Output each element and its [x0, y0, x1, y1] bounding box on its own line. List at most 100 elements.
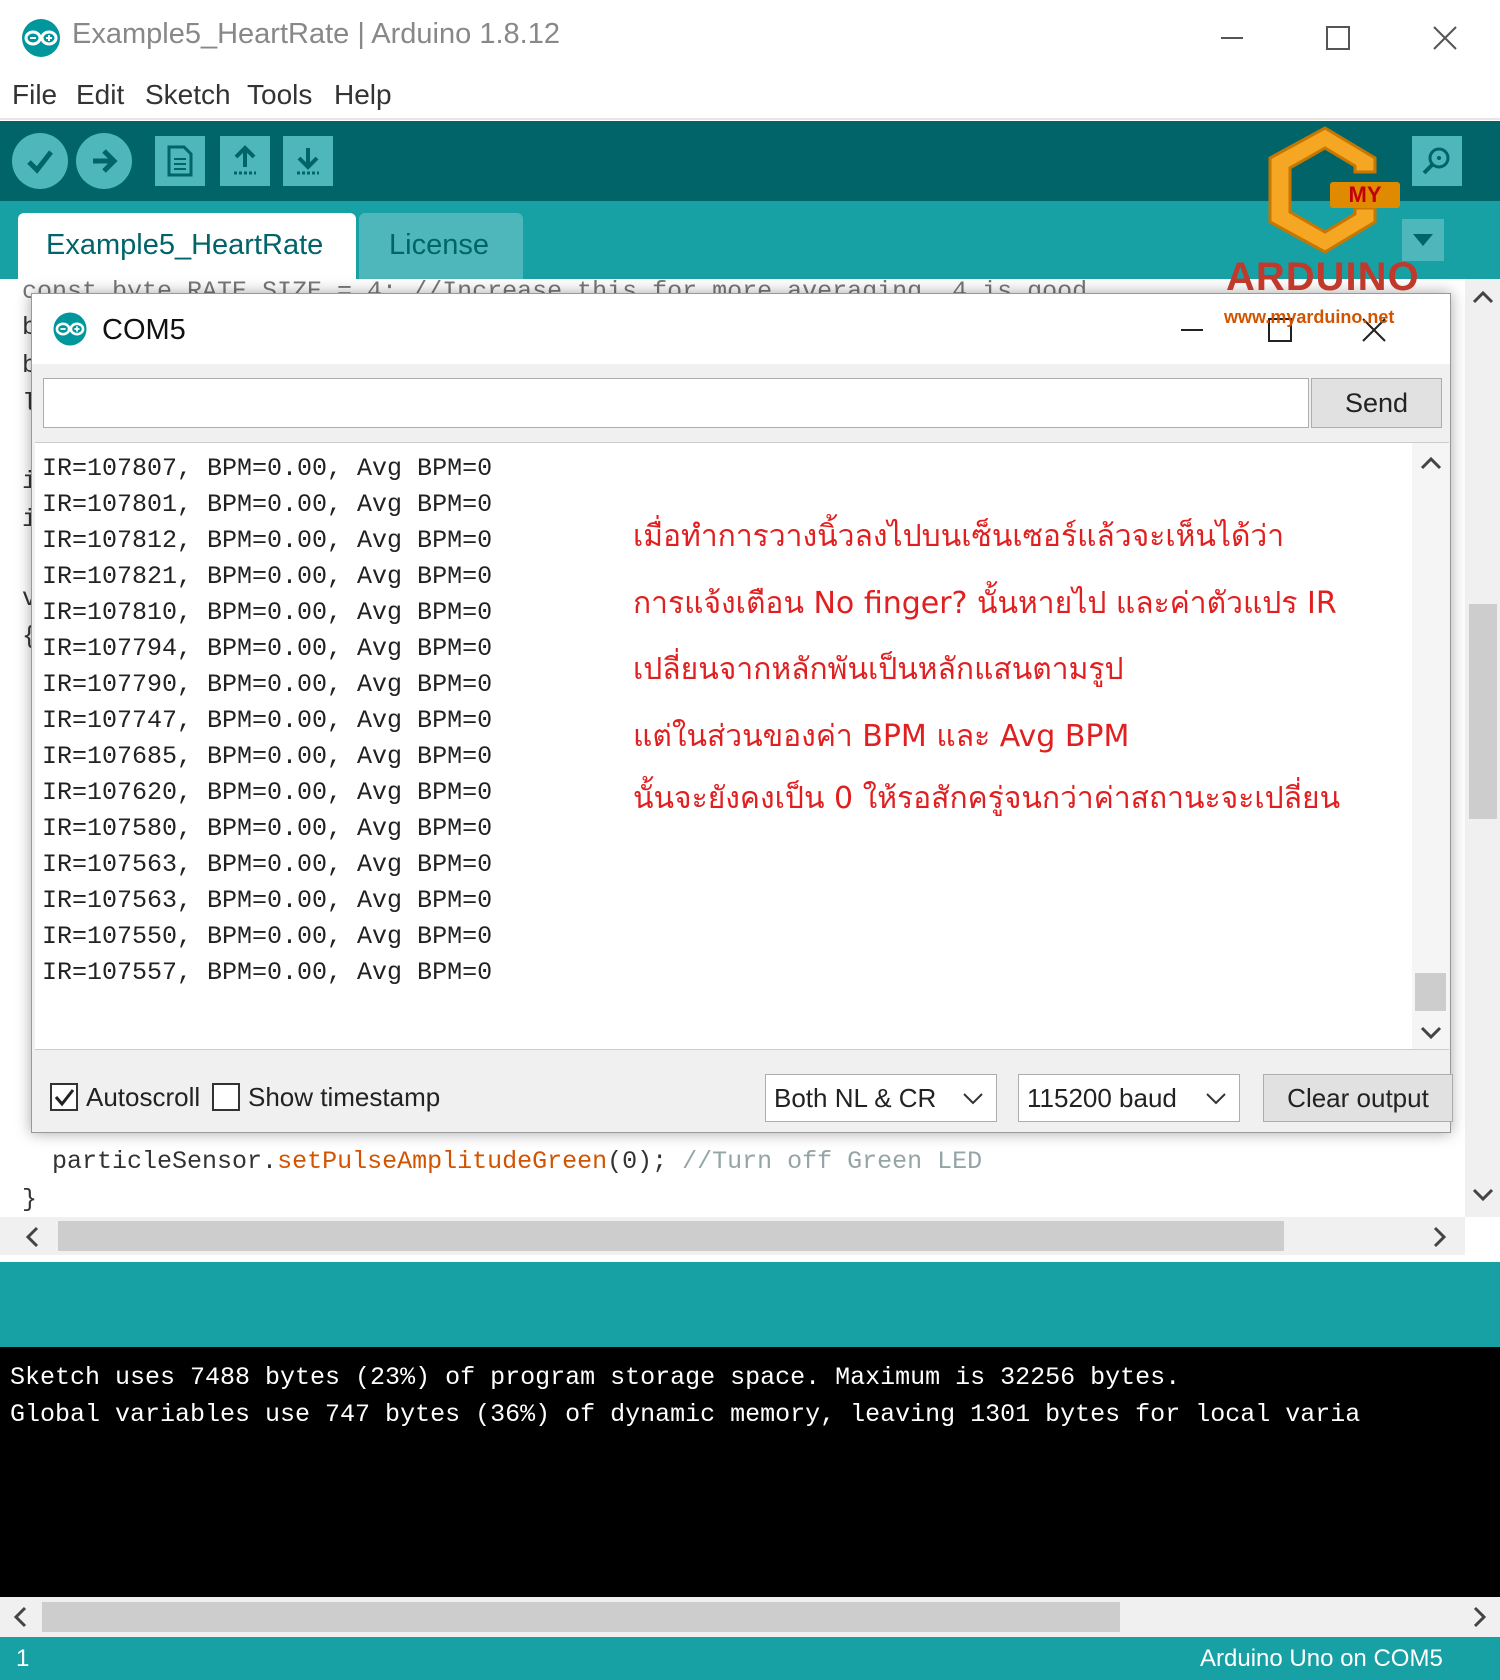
menu-tools[interactable]: Tools — [247, 79, 312, 111]
code-closing-brace: } — [22, 1185, 38, 1214]
chevron-down-icon — [1206, 1093, 1226, 1105]
save-button[interactable] — [283, 136, 333, 186]
serial-output-line: IR=107557, BPM=0.00, Avg BPM=0 — [42, 958, 493, 987]
annotation-line: เมื่อทำการวางนิ้วลงไปบนเซ็นเซอร์แล้วจะเห… — [633, 519, 1285, 554]
line-number: 1 — [16, 1645, 30, 1672]
close-button[interactable] — [1410, 10, 1480, 65]
annotation-line: แต่ในส่วนของค่า BPM และ Avg BPM — [633, 719, 1130, 754]
save-icon — [297, 148, 319, 175]
serial-monitor-window: COM5 Send IR=107807, BPM=0.00, Avg BPM=0… — [31, 293, 1453, 1133]
annotation-line: การแจ้งเตือน No finger? นั้นหายไป และค่า… — [633, 586, 1337, 621]
scroll-left-icon — [25, 1226, 39, 1248]
baud-rate-select[interactable]: 115200 baud — [1018, 1074, 1240, 1122]
myarduino-watermark-logo: MY ARDUINO www.myarduino.net — [1224, 120, 1430, 340]
new-button[interactable] — [155, 136, 205, 186]
serial-send-input[interactable] — [43, 378, 1309, 428]
watermark-my: MY — [1330, 182, 1400, 208]
tab-example5-heartrate[interactable]: Example5_HeartRate — [18, 213, 356, 279]
serial-output-line: IR=107821, BPM=0.00, Avg BPM=0 — [42, 562, 493, 591]
upload-icon — [93, 149, 118, 173]
serial-output-line: IR=107812, BPM=0.00, Avg BPM=0 — [42, 526, 493, 555]
code-args: (0); — [607, 1147, 683, 1176]
code-dot: . — [262, 1147, 278, 1176]
arduino-logo-icon — [22, 19, 60, 57]
console-line: Global variables use 747 bytes (36%) of … — [10, 1400, 1361, 1429]
window-title: Example5_HeartRate | Arduino 1.8.12 — [72, 18, 560, 50]
maximize-button[interactable] — [1303, 10, 1373, 65]
show-timestamp-label: Show timestamp — [248, 1082, 441, 1112]
menu-help[interactable]: Help — [334, 79, 392, 111]
verify-icon — [27, 150, 53, 174]
serial-vscroll-thumb[interactable] — [1415, 973, 1446, 1011]
open-button[interactable] — [220, 136, 270, 186]
menu-sketch[interactable]: Sketch — [145, 79, 231, 111]
serial-output-line: IR=107807, BPM=0.00, Avg BPM=0 — [42, 454, 493, 483]
serial-output-line: IR=107685, BPM=0.00, Avg BPM=0 — [42, 742, 493, 771]
serial-vertical-scrollbar[interactable] — [1412, 443, 1449, 1049]
serial-output-line: IR=107620, BPM=0.00, Avg BPM=0 — [42, 778, 493, 807]
autoscroll-checkbox[interactable] — [50, 1083, 78, 1111]
code-line-setpulse: particleSensor.setPulseAmplitudeGreen(0)… — [52, 1147, 982, 1176]
open-icon — [234, 145, 256, 175]
annotation-line: นั้นจะยังคงเป็น 0 ให้รอสักครู่จนกว่าค่าส… — [633, 781, 1341, 816]
baud-rate-value: 115200 baud — [1027, 1083, 1177, 1113]
serial-output-line: IR=107794, BPM=0.00, Avg BPM=0 — [42, 634, 493, 663]
serial-output-line: IR=107790, BPM=0.00, Avg BPM=0 — [42, 670, 493, 699]
editor-vscroll-thumb[interactable] — [1469, 604, 1497, 819]
editor-vertical-scrollbar[interactable] — [1465, 279, 1500, 1217]
serial-output-line: IR=107563, BPM=0.00, Avg BPM=0 — [42, 886, 493, 915]
close-icon — [1433, 25, 1457, 50]
minimize-icon — [1181, 329, 1203, 331]
console-horizontal-scrollbar[interactable] — [0, 1597, 1500, 1637]
minimize-icon — [1221, 36, 1243, 39]
arduino-logo-icon — [53, 312, 87, 346]
clear-output-button[interactable]: Clear output — [1263, 1074, 1453, 1122]
tab-license[interactable]: License — [359, 213, 523, 279]
line-ending-value: Both NL & CR — [774, 1083, 937, 1113]
annotation-line: เปลี่ยนจากหลักพันเป็นหลักแสนตามรูป — [633, 652, 1124, 687]
serial-output-area[interactable]: IR=107807, BPM=0.00, Avg BPM=0 IR=107801… — [35, 442, 1449, 1050]
minimize-button[interactable] — [1197, 10, 1267, 65]
code-method: setPulseAmplitudeGreen — [277, 1147, 608, 1176]
show-timestamp-checkbox[interactable] — [212, 1083, 240, 1111]
menu-bar: File Edit Sketch Tools Help — [0, 75, 1500, 120]
scroll-left-icon — [13, 1606, 27, 1628]
line-ending-select[interactable]: Both NL & CR — [765, 1074, 997, 1122]
code-object: particleSensor — [52, 1147, 263, 1176]
send-button[interactable]: Send — [1311, 378, 1442, 428]
title-bar: Example5_HeartRate | Arduino 1.8.12 — [0, 0, 1500, 75]
scroll-down-icon — [1472, 1188, 1494, 1202]
code-comment: //Turn off Green LED — [682, 1147, 983, 1176]
menu-edit[interactable]: Edit — [76, 79, 124, 111]
autoscroll-label: Autoscroll — [86, 1082, 201, 1112]
editor-hscroll-thumb[interactable] — [58, 1221, 1284, 1251]
verify-button[interactable] — [12, 133, 68, 189]
serial-title: COM5 — [102, 314, 186, 346]
board-status: Arduino Uno on COM5 — [1200, 1645, 1443, 1672]
upload-button[interactable] — [76, 133, 132, 189]
maximize-icon — [1326, 25, 1350, 50]
serial-output-line: IR=107580, BPM=0.00, Avg BPM=0 — [42, 814, 493, 843]
checkmark-icon — [54, 1089, 75, 1107]
scroll-right-icon — [1433, 1226, 1447, 1248]
serial-output-line: IR=107810, BPM=0.00, Avg BPM=0 — [42, 598, 493, 627]
serial-output-line: IR=107747, BPM=0.00, Avg BPM=0 — [42, 706, 493, 735]
scroll-up-icon — [1420, 456, 1442, 470]
watermark-url: www.myarduino.net — [1224, 307, 1395, 327]
watermark-brand: ARDUINO — [1226, 255, 1420, 299]
serial-output-line: IR=107550, BPM=0.00, Avg BPM=0 — [42, 922, 493, 951]
serial-minimize-button[interactable] — [1162, 312, 1222, 348]
scroll-down-icon — [1420, 1026, 1442, 1040]
scroll-up-icon — [1472, 290, 1494, 304]
message-bar — [0, 1262, 1500, 1347]
serial-output-line: IR=107801, BPM=0.00, Avg BPM=0 — [42, 490, 493, 519]
scroll-right-icon — [1473, 1606, 1487, 1628]
console-output[interactable]: Sketch uses 7488 bytes (23%) of program … — [0, 1347, 1500, 1597]
new-icon — [167, 145, 193, 177]
console-line: Sketch uses 7488 bytes (23%) of program … — [10, 1363, 1181, 1392]
editor-horizontal-scrollbar[interactable] — [0, 1217, 1465, 1255]
chevron-down-icon — [963, 1093, 983, 1105]
menu-file[interactable]: File — [12, 79, 57, 111]
console-hscroll-thumb[interactable] — [42, 1602, 1120, 1632]
status-bar: 1 Arduino Uno on COM5 — [0, 1637, 1500, 1680]
